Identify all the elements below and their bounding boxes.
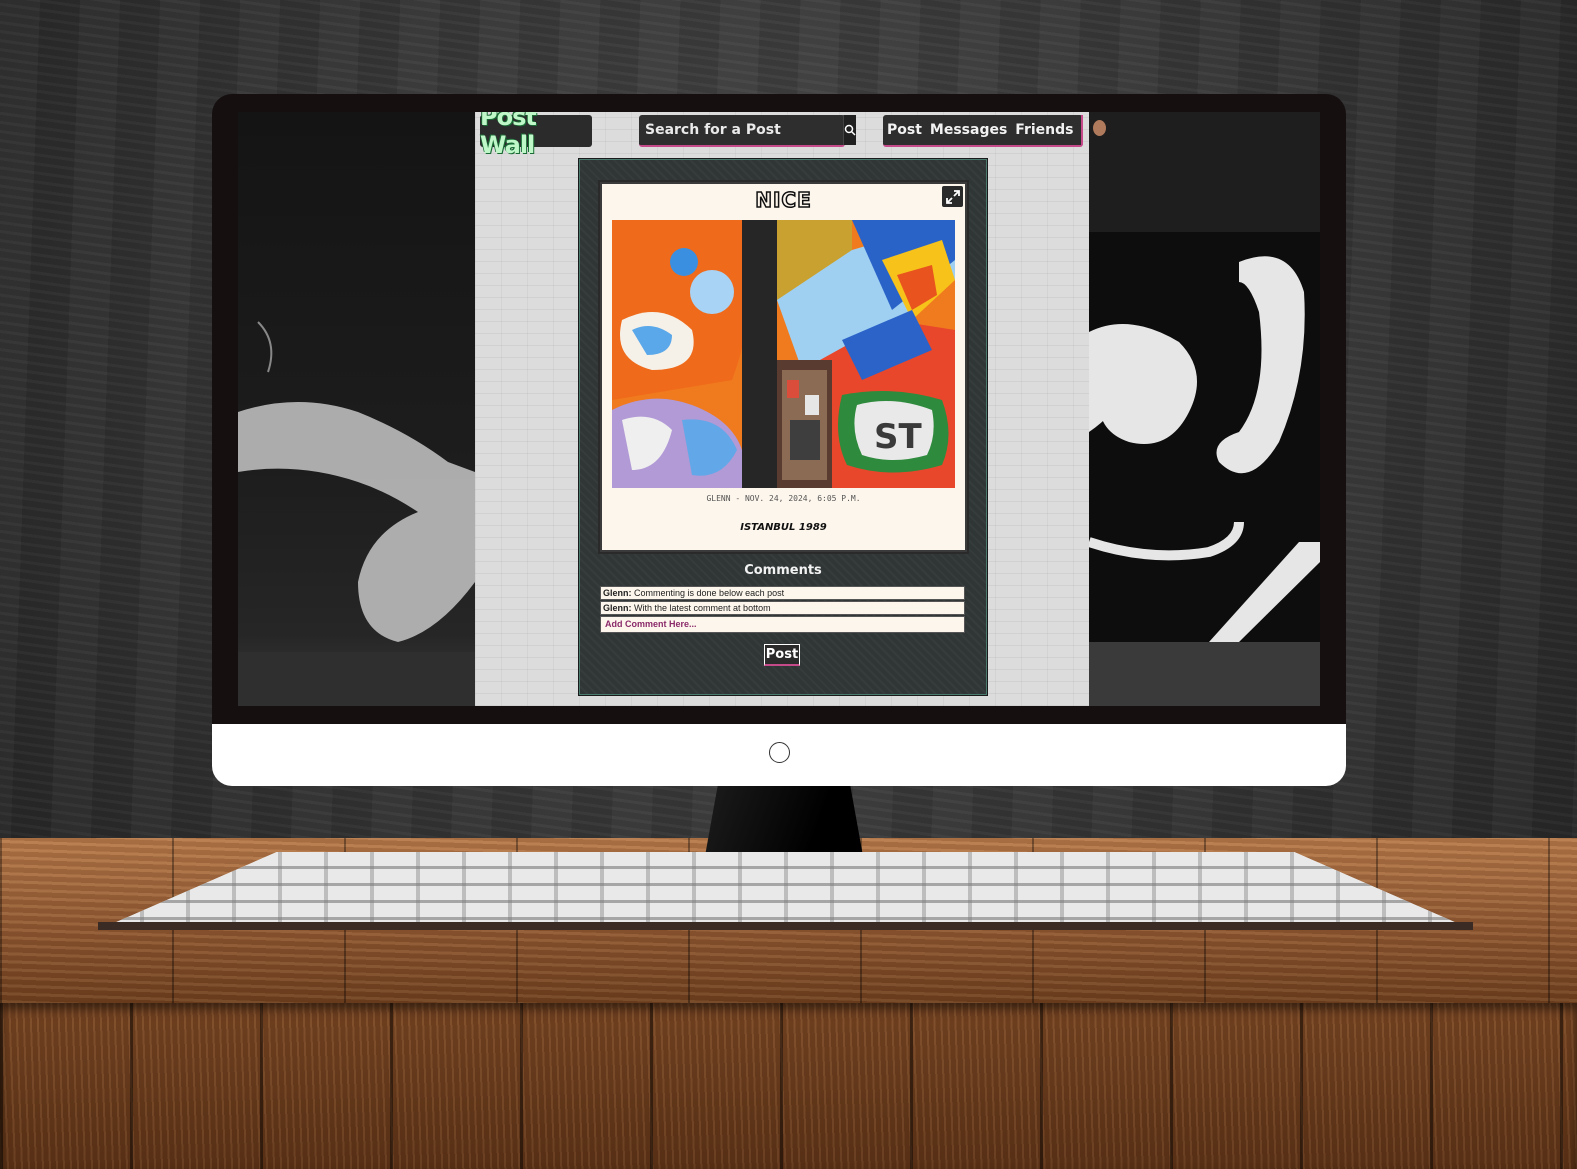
post-button[interactable]: Post	[764, 644, 800, 666]
comment-text: With the latest comment at bottom	[634, 603, 771, 613]
post-card: NICE ST GLENN - NOV. 24, 2024, 6:05 P.M.…	[600, 182, 967, 552]
nav-friends[interactable]: Friends	[1015, 122, 1073, 138]
comment-item: Glenn: With the latest comment at bottom	[600, 601, 965, 615]
graffiti-shape-right	[1087, 256, 1320, 706]
svg-text:ST: ST	[874, 417, 922, 457]
graffiti-artwork: ST	[612, 220, 955, 488]
avatar[interactable]	[1081, 115, 1107, 145]
nav-post[interactable]: Post	[887, 122, 922, 138]
comment-author: Glenn:	[603, 603, 632, 613]
desk-front-panel	[0, 1003, 1577, 1169]
graffiti-wall-left	[238, 112, 475, 706]
expand-icon	[945, 189, 960, 204]
add-comment-input[interactable]: Add Comment Here...	[600, 616, 965, 633]
graffiti-wall-right	[1087, 112, 1320, 706]
comment-item: Glenn: Commenting is done below each pos…	[600, 586, 965, 600]
post-wall-app: Post Wall Post Messages Friends NIC	[475, 112, 1107, 706]
post-title: NICE	[754, 187, 812, 213]
post-meta: GLENN - NOV. 24, 2024, 6:05 P.M.	[706, 494, 861, 503]
expand-button[interactable]	[942, 186, 963, 207]
power-button-icon	[769, 742, 790, 763]
post-caption: ISTANBUL 1989	[740, 522, 827, 533]
keyboard	[98, 852, 1473, 930]
comment-text: Commenting is done below each post	[634, 588, 785, 598]
graffiti-shape-left	[238, 321, 475, 706]
monitor-chin	[212, 724, 1346, 786]
search-input[interactable]	[639, 121, 843, 139]
top-nav: Post Messages Friends	[883, 115, 1107, 147]
search-button[interactable]	[843, 115, 856, 145]
comment-author: Glenn:	[603, 588, 632, 598]
post-image[interactable]: ST	[612, 220, 955, 488]
screen: Post Wall Post Messages Friends NIC	[238, 112, 1320, 706]
search-icon	[844, 124, 856, 136]
monitor-stand	[705, 786, 863, 856]
comments-heading: Comments	[744, 563, 822, 578]
nav-messages[interactable]: Messages	[930, 122, 1007, 138]
monitor: Post Wall Post Messages Friends NIC	[212, 94, 1346, 786]
keyboard-base	[98, 922, 1473, 930]
post-board: NICE ST GLENN - NOV. 24, 2024, 6:05 P.M.…	[578, 158, 988, 696]
logo[interactable]: Post Wall	[480, 112, 592, 159]
search-bar	[639, 115, 856, 147]
